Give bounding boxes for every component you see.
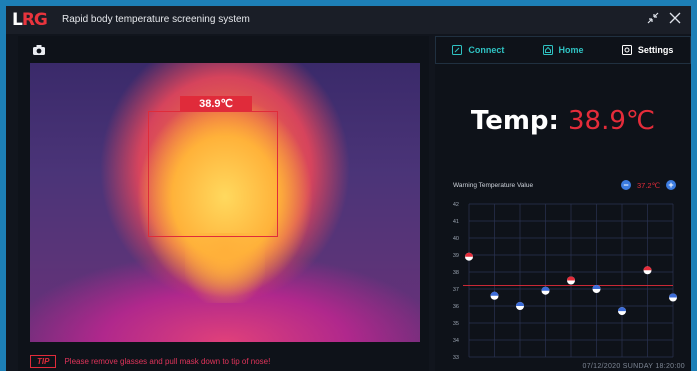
logo-part-2: RG [21, 10, 48, 30]
data-point-fill [516, 302, 524, 306]
app-logo: L RG [12, 10, 48, 30]
data-point-fill [567, 276, 575, 281]
nav-settings[interactable]: Settings [605, 37, 690, 63]
data-point-fill [465, 252, 473, 257]
face-detection-box [148, 111, 278, 237]
y-tick-label: 40 [453, 236, 459, 242]
close-icon[interactable] [666, 11, 684, 29]
link-icon [452, 45, 463, 55]
y-tick-label: 38 [453, 270, 459, 276]
warning-temperature-control: − 37.2℃ + [621, 180, 677, 190]
data-point-fill [618, 307, 626, 312]
thermal-image: 38.9℃ [30, 63, 420, 342]
temperature-label: Temp: [470, 106, 568, 136]
app-window: L RG Rapid body temperature screening sys… [6, 6, 691, 371]
data-point [541, 286, 550, 295]
home-icon [542, 45, 553, 55]
nav-connect[interactable]: Connect [436, 37, 521, 63]
nav-settings-label: Settings [637, 45, 674, 55]
nav-home[interactable]: Home [521, 37, 606, 63]
logo-part-1: L [12, 10, 23, 30]
data-point [618, 307, 626, 316]
data-point-fill [541, 286, 550, 291]
data-point-fill [669, 293, 677, 298]
camera-icon[interactable] [32, 43, 46, 55]
nav-connect-label: Connect [468, 45, 505, 55]
y-tick-label: 39 [453, 253, 459, 259]
temperature-chart: 42 41 40 39 38 37 36 35 34 33 [453, 202, 677, 361]
face-temperature-label: 38.9℃ [180, 96, 252, 112]
data-point [669, 293, 677, 302]
temperature-value: 38.9℃ [567, 106, 656, 136]
data-point [516, 302, 524, 310]
warning-temperature-value: 37.2℃ [637, 180, 661, 190]
decrease-button[interactable]: − [621, 180, 631, 190]
tip-text: Please remove glasses and pull mask down… [64, 356, 271, 366]
y-tick-label: 41 [453, 219, 459, 225]
tip-badge: TIP [30, 354, 57, 368]
title-bar: L RG Rapid body temperature screening sys… [6, 6, 691, 34]
data-point [490, 291, 499, 300]
y-tick-label: 33 [453, 355, 459, 361]
thermal-neck-glow [185, 233, 265, 303]
info-panel: Connect Home Settings Temp: 38.9℃ Warnin… [435, 36, 691, 371]
datetime-stamp: 07/12/2020 SUNDAY 18:20:00 [582, 363, 685, 370]
data-point [592, 285, 601, 293]
camera-panel: 38.9℃ TIP Please remove glasses and pull… [18, 36, 429, 371]
data-point [643, 266, 652, 275]
gear-icon [621, 45, 632, 55]
data-point-fill [643, 266, 652, 271]
warning-temperature-label: Warning Temperature Value [453, 182, 534, 189]
compress-icon[interactable] [644, 11, 662, 29]
tip-bar: TIP Please remove glasses and pull mask … [30, 354, 270, 368]
y-tick-label: 36 [453, 304, 459, 310]
data-point [465, 252, 473, 261]
app-title: Rapid body temperature screening system [62, 14, 250, 25]
nav-home-label: Home [558, 45, 584, 55]
y-tick-label: 34 [453, 338, 459, 344]
increase-button[interactable]: + [666, 180, 677, 190]
y-tick-label: 42 [453, 202, 459, 208]
y-tick-label: 37 [453, 287, 459, 293]
data-point [567, 276, 575, 285]
temperature-readout: Temp: 38.9℃ [435, 106, 691, 136]
data-point-fill [490, 291, 499, 296]
nav-bar: Connect Home Settings [435, 36, 691, 64]
y-tick-label: 35 [453, 321, 459, 327]
